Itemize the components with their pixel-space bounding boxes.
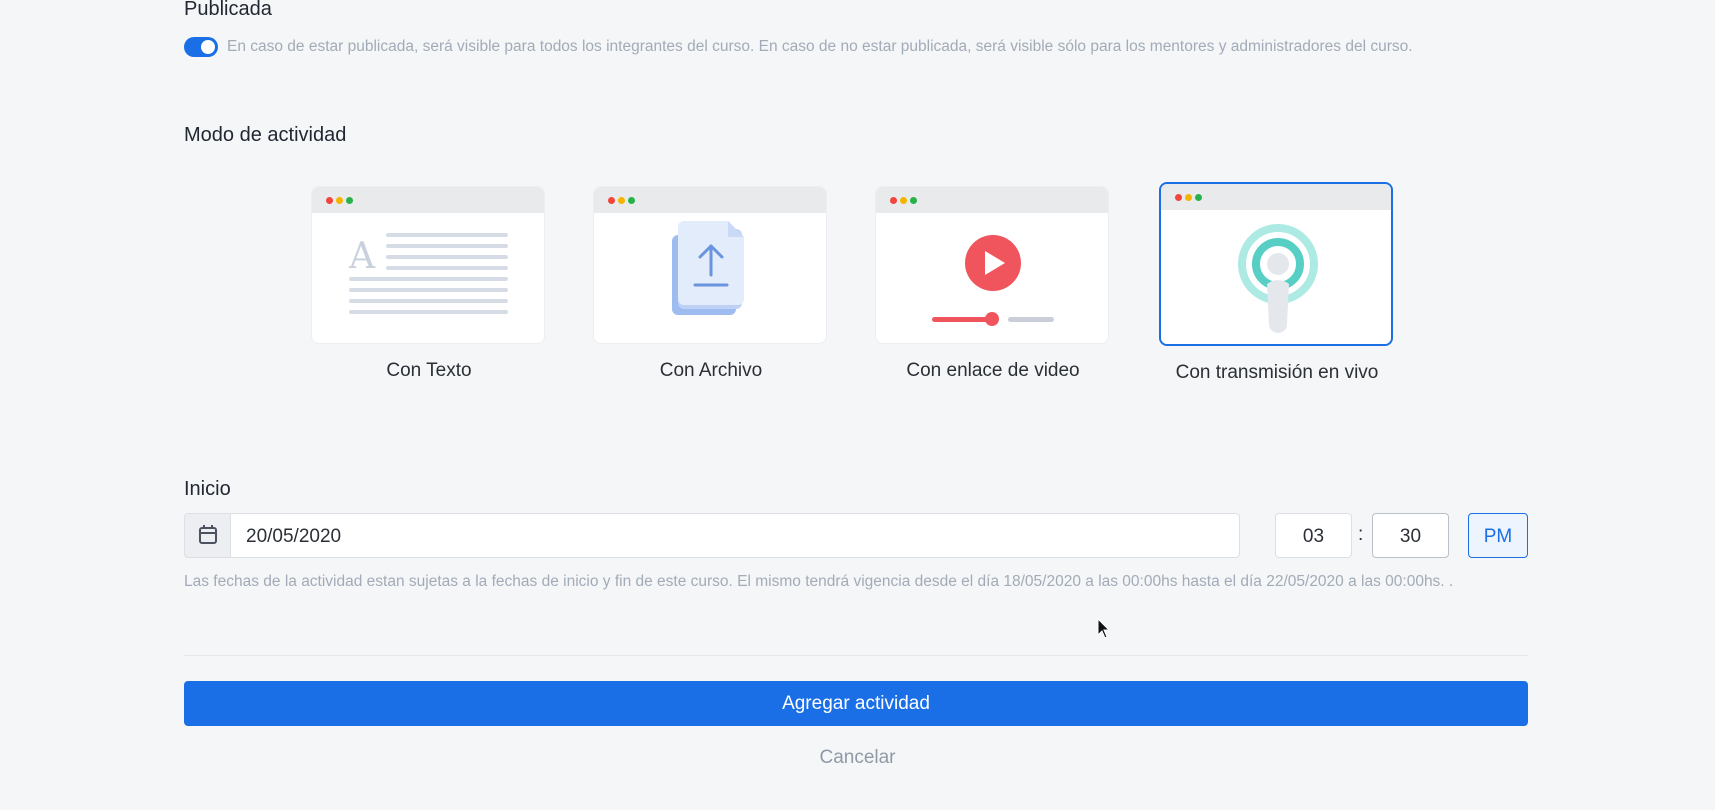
start-hour-input[interactable]: 03: [1275, 513, 1352, 558]
cancel-link[interactable]: Cancelar: [0, 747, 1715, 769]
mode-card-window: A: [311, 186, 545, 344]
file-upload-icon: [672, 221, 744, 315]
window-titlebar: [876, 187, 1108, 213]
published-toggle[interactable]: [184, 37, 218, 57]
mode-card-window: [875, 186, 1109, 344]
add-activity-button[interactable]: Agregar actividad: [184, 681, 1528, 726]
meridiem-toggle-button[interactable]: PM: [1468, 513, 1528, 558]
window-titlebar: [312, 187, 544, 213]
svg-text:A: A: [348, 236, 376, 277]
start-date-input[interactable]: 20/05/2020: [230, 513, 1240, 558]
toggle-knob: [201, 40, 215, 54]
published-hint: En caso de estar publicada, será visible…: [227, 38, 1413, 55]
window-titlebar: [594, 187, 826, 213]
start-minute-input[interactable]: 30: [1372, 513, 1449, 558]
mode-option-file[interactable]: Con Archivo: [593, 186, 829, 382]
form-divider: [184, 655, 1528, 656]
video-play-icon: [932, 235, 1054, 326]
activity-mode-label: Modo de actividad: [184, 124, 347, 146]
mode-option-text[interactable]: A Con Texto: [311, 186, 547, 382]
mode-option-label: Con transmisión en vivo: [1175, 362, 1379, 383]
mode-option-video[interactable]: Con enlace de video: [875, 186, 1111, 382]
start-label: Inicio: [184, 478, 231, 500]
mode-card-window: [1159, 182, 1393, 346]
published-label: Publicada: [184, 0, 272, 20]
calendar-icon: [199, 525, 217, 544]
live-broadcast-icon: [1238, 224, 1318, 333]
window-titlebar: [1161, 184, 1391, 210]
mode-option-label: Con enlace de video: [906, 360, 1080, 381]
mouse-pointer-icon: [1097, 618, 1111, 639]
mode-option-label: Con Archivo: [659, 360, 763, 381]
mode-card-window: [593, 186, 827, 344]
time-separator: :: [1358, 524, 1364, 545]
calendar-button[interactable]: [184, 513, 231, 558]
mode-option-live[interactable]: Con transmisión en vivo: [1159, 182, 1395, 384]
date-range-hint: Las fechas de la actividad estan sujetas…: [184, 573, 1454, 590]
text-document-icon: A: [348, 233, 508, 314]
mode-option-label: Con Texto: [386, 360, 472, 381]
